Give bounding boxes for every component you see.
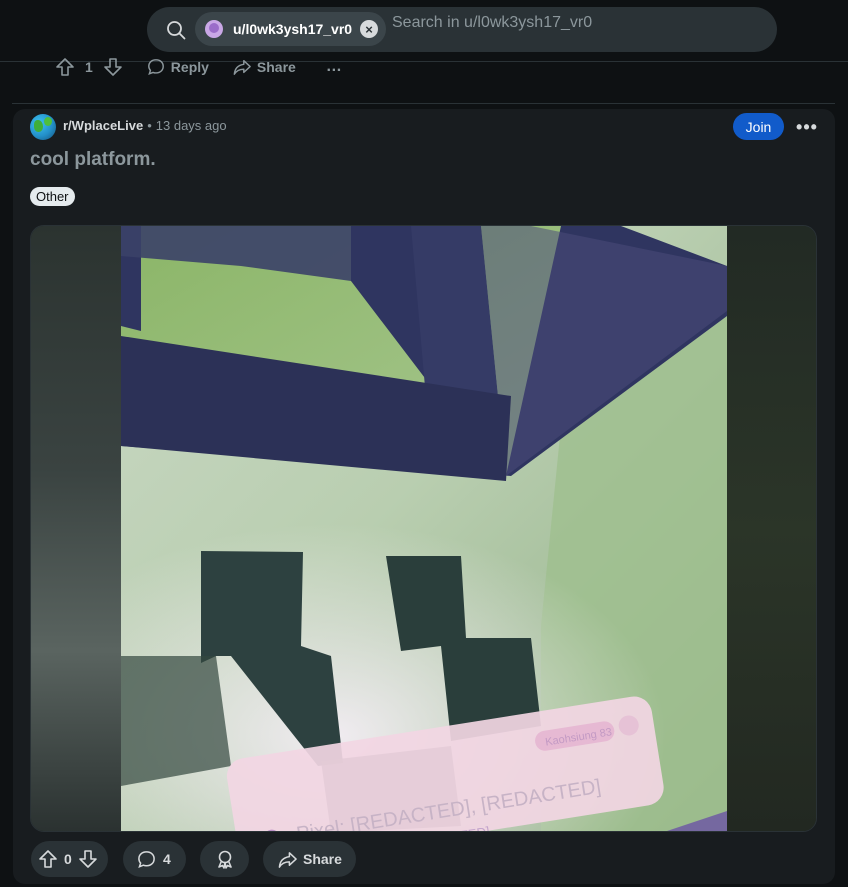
post-meta: r/WplaceLive • 13 days ago: [63, 118, 227, 133]
search-input[interactable]: [392, 0, 762, 45]
comments-button[interactable]: 4: [123, 841, 186, 877]
user-avatar: [205, 20, 223, 38]
post-title[interactable]: cool platform.: [30, 149, 156, 171]
previous-vote-count: 1: [85, 59, 93, 75]
post-action-bar: 0 4 Share: [31, 841, 356, 877]
search-icon: [166, 20, 186, 40]
media-blur-left: [31, 226, 121, 831]
top-bar: u/l0wk3ysh17_vr0 ×: [0, 0, 848, 62]
join-button[interactable]: Join: [733, 113, 784, 140]
share-button[interactable]: Share: [263, 841, 356, 877]
comment-icon: [137, 850, 156, 869]
share-label: Share: [256, 59, 296, 75]
share-icon: [278, 850, 297, 869]
search-scope-label: u/l0wk3ysh17_vr0: [233, 21, 353, 37]
vote-control: 0: [31, 841, 108, 877]
upvote-icon[interactable]: [38, 849, 58, 869]
award-button[interactable]: [200, 841, 249, 877]
vote-count: 0: [64, 851, 72, 867]
meta-separator: •: [147, 118, 152, 133]
share-button-prev[interactable]: Share: [233, 58, 296, 76]
upvote-icon[interactable]: [55, 57, 75, 77]
post-media[interactable]: Pixel: [REDACTED], [REDACTED] Kaohsiung …: [30, 225, 817, 832]
clear-scope-icon[interactable]: ×: [360, 20, 379, 38]
share-icon: [233, 58, 251, 76]
comment-count: 4: [163, 851, 171, 867]
previous-comment-actions: 1 Reply Share …: [55, 56, 343, 78]
share-label: Share: [303, 851, 342, 867]
reply-button[interactable]: Reply: [147, 58, 209, 76]
search-scope-chip: u/l0wk3ysh17_vr0 ×: [195, 12, 387, 46]
reply-label: Reply: [170, 59, 209, 75]
post-flair[interactable]: Other: [30, 187, 75, 206]
more-options-button[interactable]: •••: [794, 115, 820, 139]
more-options-prev[interactable]: …: [326, 58, 343, 76]
subreddit-avatar[interactable]: [30, 114, 56, 140]
divider: [12, 103, 835, 104]
media-blur-right: [727, 226, 816, 831]
post-age: 13 days ago: [155, 118, 227, 133]
downvote-icon[interactable]: [78, 849, 98, 869]
award-icon: [215, 849, 235, 869]
comment-icon: [147, 58, 165, 76]
downvote-icon[interactable]: [103, 57, 123, 77]
post-image[interactable]: Pixel: [REDACTED], [REDACTED] Kaohsiung …: [121, 226, 727, 831]
subreddit-name[interactable]: r/WplaceLive: [63, 118, 143, 133]
